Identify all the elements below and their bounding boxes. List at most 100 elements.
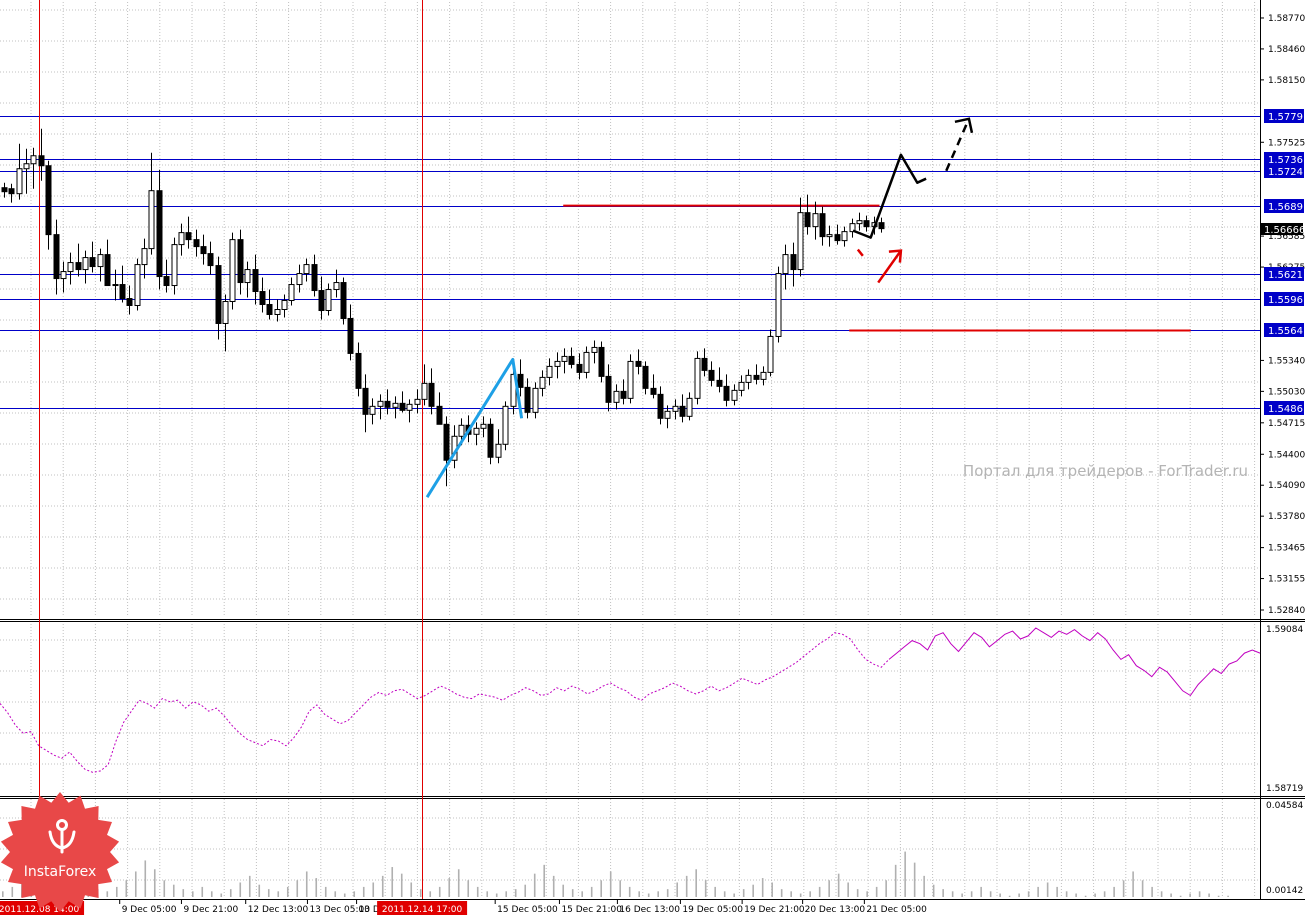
candle-body	[377, 400, 384, 407]
candle-body	[495, 443, 502, 458]
volume-bar	[11, 886, 14, 897]
candle-body	[347, 317, 354, 354]
candle-body	[694, 357, 701, 399]
candle-body	[458, 424, 465, 437]
time-tick-label: 12 Dec 13:00	[248, 905, 309, 915]
candle-body	[134, 264, 141, 307]
candle-body	[760, 371, 767, 380]
level-price-label: 1.5779	[1268, 112, 1303, 123]
volume-bar	[125, 880, 128, 897]
volume-bar	[1151, 886, 1153, 897]
volume-bar	[533, 873, 536, 897]
volume-bar	[1103, 891, 1106, 897]
volume-bar	[448, 878, 451, 897]
candle-body	[340, 282, 347, 319]
candle-body	[421, 382, 428, 400]
candle-body	[369, 405, 376, 415]
volume-bar	[486, 891, 489, 897]
level-price-label: 1.5724	[1268, 167, 1303, 178]
candle-body	[16, 168, 23, 195]
oscillator-tick-label: 1.58719	[1266, 784, 1303, 794]
volume-bar	[277, 891, 280, 897]
volume-bar	[1065, 891, 1068, 897]
candle-body	[650, 387, 657, 395]
candle-body	[797, 212, 804, 271]
volume-bar	[134, 871, 137, 897]
candle-body	[163, 276, 170, 287]
candle-body	[635, 360, 642, 367]
volume-bar	[932, 884, 935, 897]
candle-body	[229, 239, 236, 303]
volume-bar	[714, 886, 716, 897]
volume-tick-label: 0.00142	[1266, 886, 1303, 896]
volume-bar	[144, 860, 147, 897]
price-chart[interactable]: 1.587701.584601.581501.575251.565851.562…	[0, 0, 1305, 919]
volume-bar	[220, 893, 223, 897]
logo-seal-icon	[0, 792, 120, 912]
candle-body	[613, 390, 620, 403]
price-tick-label: 1.55030	[1268, 387, 1305, 397]
volume-bar	[163, 880, 166, 897]
candle-body	[532, 387, 539, 413]
volume-bar	[1027, 891, 1030, 897]
candle-body	[200, 246, 207, 255]
volume-bar	[752, 884, 754, 897]
candle-body	[745, 374, 752, 383]
candle-body	[812, 213, 819, 228]
volume-bar	[258, 884, 261, 897]
time-highlight-label: 2011.12.14 17:00	[382, 905, 463, 915]
volume-bar	[980, 886, 982, 897]
volume-bar	[657, 891, 659, 897]
candle-body	[790, 254, 797, 271]
volume-bar	[790, 891, 792, 897]
candle-body	[775, 273, 782, 337]
candle-body	[414, 398, 421, 405]
volume-bar	[248, 875, 251, 897]
volume-bar	[182, 889, 185, 897]
volume-bar	[505, 891, 508, 897]
candle-body	[701, 357, 708, 371]
candle-body	[826, 234, 833, 238]
candle-body	[266, 304, 273, 315]
candle-body	[517, 373, 524, 388]
volume-bar	[343, 893, 346, 897]
price-tick-label: 1.54090	[1268, 481, 1305, 491]
candle-body	[657, 393, 664, 419]
candle-body	[82, 257, 89, 271]
volume-bar	[267, 889, 270, 897]
time-axis: 2011.12.08 14:00 9 Dec 05:00 9 Dec 21:00 12…	[0, 900, 927, 915]
volume-bar	[543, 864, 546, 897]
candle-body	[156, 190, 163, 278]
level-price-label: 1.5596	[1268, 295, 1303, 306]
volume-bar	[628, 886, 631, 897]
volume-bar	[514, 889, 517, 897]
time-tick-label: 9 Dec 21:00	[183, 905, 238, 915]
logo-text: InstaForex	[24, 864, 97, 880]
oscillator-tick-label: 1.59084	[1266, 625, 1303, 635]
candle-body	[171, 244, 178, 287]
candle-body	[281, 300, 288, 311]
volume-bar	[809, 891, 811, 897]
candle-body	[303, 264, 310, 275]
candle-body	[193, 239, 200, 248]
candle-body	[502, 405, 509, 445]
candle-body	[524, 386, 531, 413]
oscillator-line	[0, 627, 1261, 773]
volume-bar	[324, 886, 327, 897]
price-tick-label: 1.58770	[1268, 14, 1305, 24]
volume-bar	[609, 871, 612, 897]
volume-bar	[457, 869, 460, 897]
candle-body	[679, 405, 686, 417]
watermark-text: Портал для трейдеров - ForTrader.ru	[963, 462, 1248, 480]
volume-bar	[334, 891, 337, 897]
time-tick-label: 15 Dec 21:00	[561, 905, 622, 915]
volume-bar	[153, 869, 156, 897]
candle-body	[104, 254, 111, 287]
analysis-drawings	[425, 117, 974, 498]
volume-bar	[894, 864, 897, 897]
volume-bar	[429, 891, 432, 897]
candle-body	[384, 400, 391, 408]
volume-bar	[362, 886, 365, 897]
candle-body	[583, 351, 590, 373]
level-price-label: 1.5486	[1268, 404, 1303, 415]
